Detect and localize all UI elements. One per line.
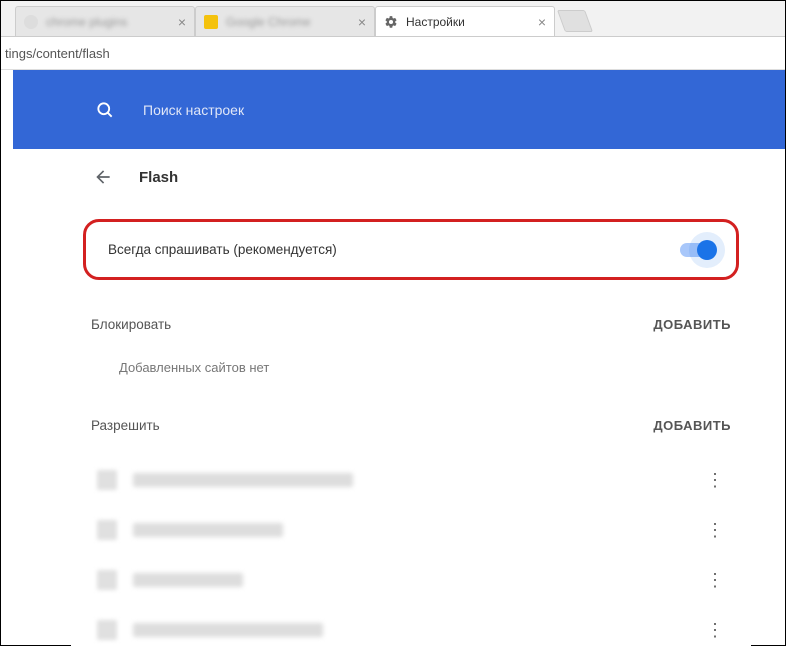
block-section: Блокировать ДОБАВИТЬ Добавленных сайтов …: [71, 302, 751, 403]
site-url-redacted: [133, 523, 283, 537]
more-icon[interactable]: ⋮: [699, 620, 731, 641]
list-item: ⋮: [91, 555, 731, 605]
favicon-1: [24, 15, 38, 29]
more-icon[interactable]: ⋮: [699, 470, 731, 491]
allow-add-button[interactable]: ДОБАВИТЬ: [653, 418, 731, 433]
list-item: ⋮: [91, 605, 731, 655]
settings-card: Flash Всегда спрашивать (рекомендуется) …: [71, 149, 751, 655]
close-icon[interactable]: ×: [538, 15, 546, 29]
block-title: Блокировать: [91, 317, 171, 332]
tab-label-active: Настройки: [406, 15, 465, 29]
list-item: ⋮: [91, 455, 731, 505]
tab-label-2: Google Chrome: [226, 15, 311, 29]
favicon-2: [204, 15, 218, 29]
search-icon: [95, 100, 115, 120]
site-favicon: [97, 570, 117, 590]
close-icon[interactable]: ×: [358, 15, 366, 29]
allow-section: Разрешить ДОБАВИТЬ ⋮ ⋮ ⋮ ⋮: [71, 403, 751, 655]
site-url-redacted: [133, 573, 243, 587]
block-add-button[interactable]: ДОБАВИТЬ: [653, 317, 731, 332]
search-placeholder: Поиск настроек: [143, 102, 244, 118]
highlight-annotation: Всегда спрашивать (рекомендуется): [83, 219, 739, 280]
page-title: Flash: [139, 169, 178, 186]
search-settings[interactable]: Поиск настроек: [71, 88, 785, 132]
site-favicon: [97, 470, 117, 490]
address-text: tings/content/flash: [5, 46, 110, 61]
allow-title: Разрешить: [91, 418, 160, 433]
site-url-redacted: [133, 623, 323, 637]
always-ask-label: Всегда спрашивать (рекомендуется): [108, 242, 337, 257]
tab-inactive-1[interactable]: chrome plugins ×: [15, 6, 195, 36]
tab-strip: chrome plugins × Google Chrome × Настрой…: [1, 1, 785, 37]
always-ask-row: Всегда спрашивать (рекомендуется): [90, 226, 732, 273]
always-ask-toggle[interactable]: [680, 243, 714, 257]
tab-active[interactable]: Настройки ×: [375, 6, 555, 36]
block-empty-text: Добавленных сайтов нет: [91, 346, 731, 403]
settings-header: Поиск настроек: [13, 70, 785, 149]
tab-inactive-2[interactable]: Google Chrome ×: [195, 6, 375, 36]
site-favicon: [97, 520, 117, 540]
address-bar[interactable]: tings/content/flash: [1, 37, 785, 70]
site-favicon: [97, 620, 117, 640]
site-url-redacted: [133, 473, 353, 487]
more-icon[interactable]: ⋮: [699, 520, 731, 541]
list-item: ⋮: [91, 505, 731, 555]
close-icon[interactable]: ×: [178, 15, 186, 29]
back-arrow-icon[interactable]: [91, 165, 115, 189]
more-icon[interactable]: ⋮: [699, 570, 731, 591]
gear-icon: [384, 15, 398, 29]
new-tab-button[interactable]: [557, 10, 593, 32]
tab-label-1: chrome plugins: [46, 15, 127, 29]
